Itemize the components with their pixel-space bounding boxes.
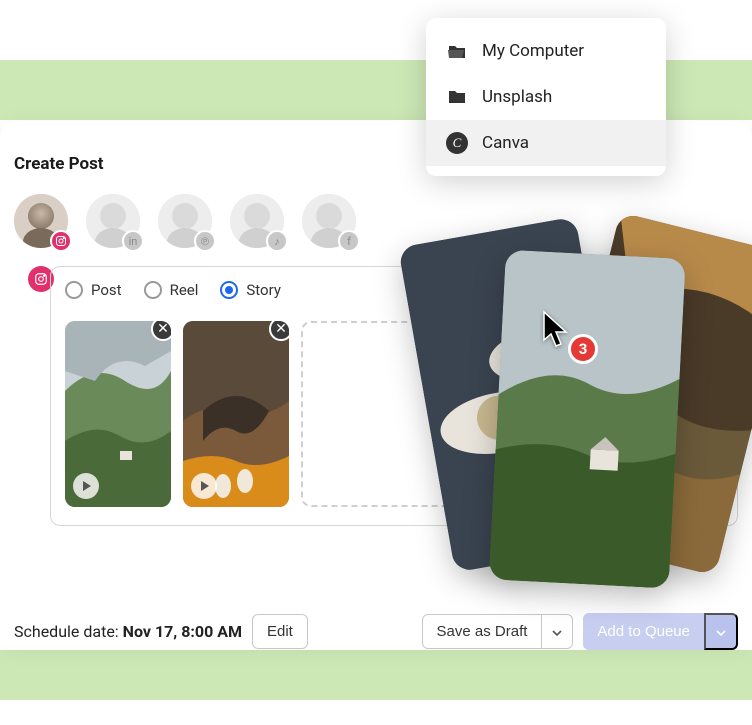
radio-circle-icon xyxy=(65,281,83,299)
folder-icon xyxy=(446,86,468,108)
edit-button[interactable]: Edit xyxy=(252,614,308,649)
radio-circle-icon xyxy=(144,281,162,299)
radio-reel[interactable]: Reel xyxy=(144,281,199,299)
folder-open-icon xyxy=(446,40,468,62)
account-picker: in ℗ ♪ f xyxy=(14,194,738,248)
radio-label: Story xyxy=(246,281,281,299)
image-add-icon xyxy=(498,376,526,404)
instagram-icon xyxy=(50,230,72,252)
schedule-date: Nov 17, 8:00 AM xyxy=(123,622,242,641)
account-pinterest[interactable]: ℗ xyxy=(158,194,212,248)
menu-item-my-computer[interactable]: My Computer xyxy=(426,28,666,74)
play-icon xyxy=(73,473,99,499)
radio-label: Post xyxy=(91,281,122,299)
tiktok-icon: ♪ xyxy=(266,230,288,252)
account-facebook[interactable]: f xyxy=(302,194,356,248)
menu-item-unsplash[interactable]: Unsplash xyxy=(426,74,666,120)
pinterest-icon: ℗ xyxy=(194,230,216,252)
account-instagram[interactable] xyxy=(14,194,68,248)
canva-icon: C xyxy=(446,132,468,154)
media-dropzone[interactable]: Drag and sele xyxy=(301,321,723,507)
chevron-down-icon xyxy=(552,630,562,636)
radio-post[interactable]: Post xyxy=(65,281,122,299)
radio-story[interactable]: Story xyxy=(220,281,281,299)
radio-label: Reel xyxy=(170,281,199,299)
add-queue-button[interactable]: Add to Queue xyxy=(583,613,704,650)
account-tiktok[interactable]: ♪ xyxy=(230,194,284,248)
post-type-selector: Post Reel Story xyxy=(65,281,723,299)
drag-cursor: 3 xyxy=(540,310,570,352)
media-row: ✕ ✕ xyxy=(65,321,723,507)
play-icon xyxy=(191,473,217,499)
facebook-icon: f xyxy=(338,230,360,252)
radio-circle-icon xyxy=(220,281,238,299)
save-draft-split-button[interactable]: Save as Draft xyxy=(422,614,574,649)
menu-item-label: Unsplash xyxy=(482,87,552,107)
footer-row: Schedule date: Nov 17, 8:00 AM Edit Save… xyxy=(0,603,752,650)
linkedin-icon: in xyxy=(122,230,144,252)
menu-item-label: Canva xyxy=(482,133,529,153)
drag-count-badge: 3 xyxy=(568,334,598,364)
create-post-card: Create Post in ℗ ♪ xyxy=(0,120,752,650)
save-draft-caret[interactable] xyxy=(542,614,573,649)
add-queue-split-button[interactable]: Add to Queue xyxy=(583,613,738,650)
composer-panel: Post Reel Story xyxy=(50,266,738,526)
media-thumb-2[interactable]: ✕ xyxy=(183,321,289,507)
dropzone-text-2: sele xyxy=(498,434,525,452)
dropzone-text-1: Drag and xyxy=(482,410,542,428)
account-linkedin[interactable]: in xyxy=(86,194,140,248)
media-thumb-1[interactable]: ✕ xyxy=(65,321,171,507)
save-draft-button[interactable]: Save as Draft xyxy=(422,614,543,649)
menu-item-canva[interactable]: C Canva xyxy=(426,120,666,166)
chevron-down-icon xyxy=(716,630,726,636)
schedule-label: Schedule date: Nov 17, 8:00 AM xyxy=(14,622,242,641)
media-source-menu: My Computer Unsplash C Canva xyxy=(426,18,666,176)
add-queue-caret[interactable] xyxy=(704,613,738,650)
menu-item-label: My Computer xyxy=(482,41,584,61)
